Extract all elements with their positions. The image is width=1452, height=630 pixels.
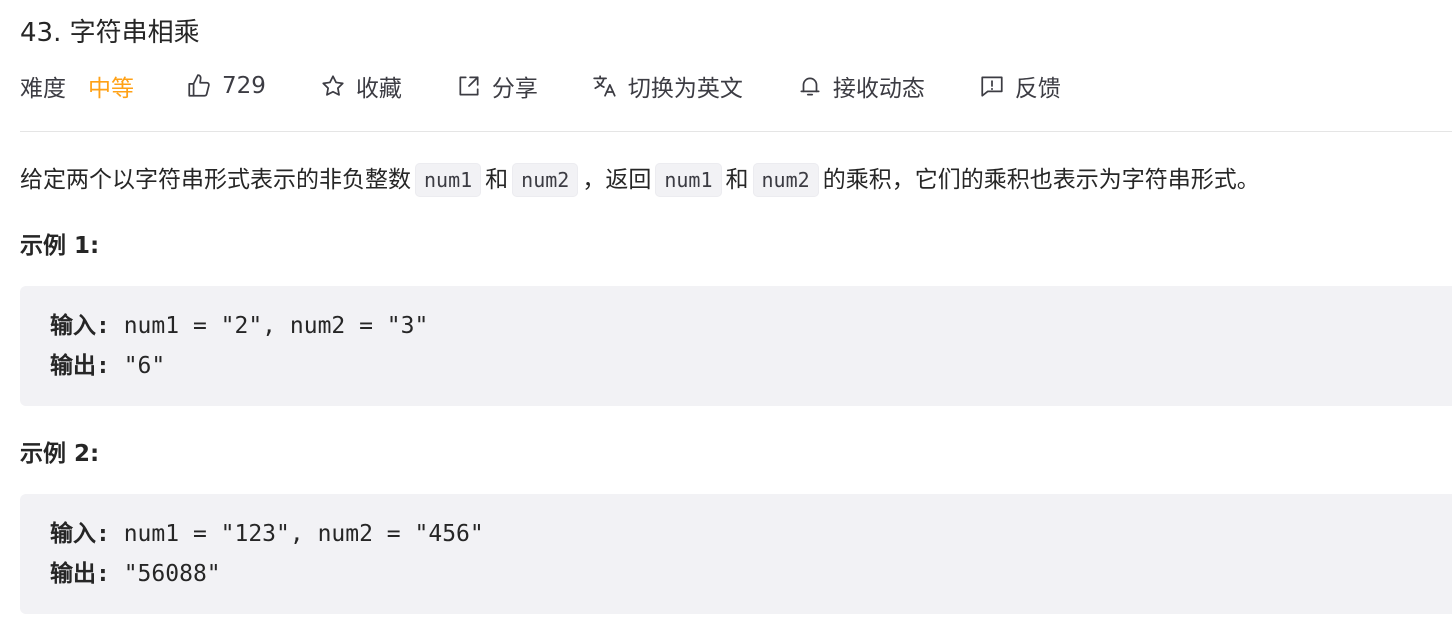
share-button[interactable]: 分享	[456, 69, 538, 103]
example-1-code-block: 输入: num1 = "2", num2 = "3" 输出: "6"	[20, 286, 1452, 406]
input-label: 输入:	[50, 313, 110, 339]
input-value: num1 = "2", num2 = "3"	[109, 313, 429, 339]
star-icon	[320, 73, 356, 99]
description-text: 的乘积，它们的乘积也表示为字符串形式。	[822, 167, 1260, 193]
like-button[interactable]: 729	[186, 73, 266, 99]
share-label: 分享	[491, 76, 538, 102]
difficulty-value: 中等	[88, 76, 134, 102]
input-label: 输入:	[50, 521, 110, 547]
share-icon	[456, 73, 492, 99]
description-text: 和	[485, 167, 509, 193]
description-text: 和	[725, 167, 749, 193]
example-2-output: 输出: "56088"	[50, 554, 1452, 594]
favorite-button[interactable]: 收藏	[320, 69, 402, 103]
translate-button[interactable]: 切换为英文	[592, 69, 743, 103]
translate-icon	[592, 73, 628, 99]
problem-toolbar: 难度 中等 729 收藏 分享 切换为英文 接收动态 反馈	[20, 68, 1061, 104]
likes-count: 729	[222, 73, 266, 99]
divider	[20, 131, 1452, 132]
example-1-output: 输出: "6"	[50, 346, 1452, 386]
problem-title: 43. 字符串相乘	[20, 18, 200, 48]
inline-code: num2	[512, 163, 579, 197]
thumbs-up-icon	[186, 73, 222, 99]
example-2-code-block: 输入: num1 = "123", num2 = "456" 输出: "5608…	[20, 494, 1452, 614]
description-text: 给定两个以字符串形式表示的非负整数	[20, 167, 411, 193]
example-1-title: 示例 1:	[20, 233, 100, 259]
inline-code: num1	[655, 163, 722, 197]
inline-code: num1	[415, 163, 482, 197]
feedback-icon	[979, 73, 1015, 99]
subscribe-button[interactable]: 接收动态	[797, 69, 925, 103]
example-2-title: 示例 2:	[20, 441, 100, 467]
bell-icon	[797, 73, 833, 99]
inline-code: num2	[752, 163, 819, 197]
problem-description: 给定两个以字符串形式表示的非负整数 num1 和 num2 ，返回 num1 和 num2 的乘…	[20, 160, 1260, 200]
description-text: ，返回	[582, 167, 652, 193]
example-2-input: 输入: num1 = "123", num2 = "456"	[50, 514, 1452, 554]
feedback-label: 反馈	[1014, 76, 1061, 102]
example-1-input: 输入: num1 = "2", num2 = "3"	[50, 306, 1452, 346]
feedback-button[interactable]: 反馈	[979, 69, 1061, 103]
output-label: 输出:	[50, 353, 110, 379]
output-label: 输出:	[50, 561, 110, 587]
difficulty-label: 难度	[20, 76, 66, 102]
input-value: num1 = "123", num2 = "456"	[109, 521, 484, 547]
translate-label: 切换为英文	[627, 76, 743, 102]
favorite-label: 收藏	[355, 76, 402, 102]
output-value: "6"	[109, 353, 166, 379]
difficulty: 难度 中等	[20, 69, 134, 103]
output-value: "56088"	[109, 561, 221, 587]
subscribe-label: 接收动态	[832, 76, 925, 102]
